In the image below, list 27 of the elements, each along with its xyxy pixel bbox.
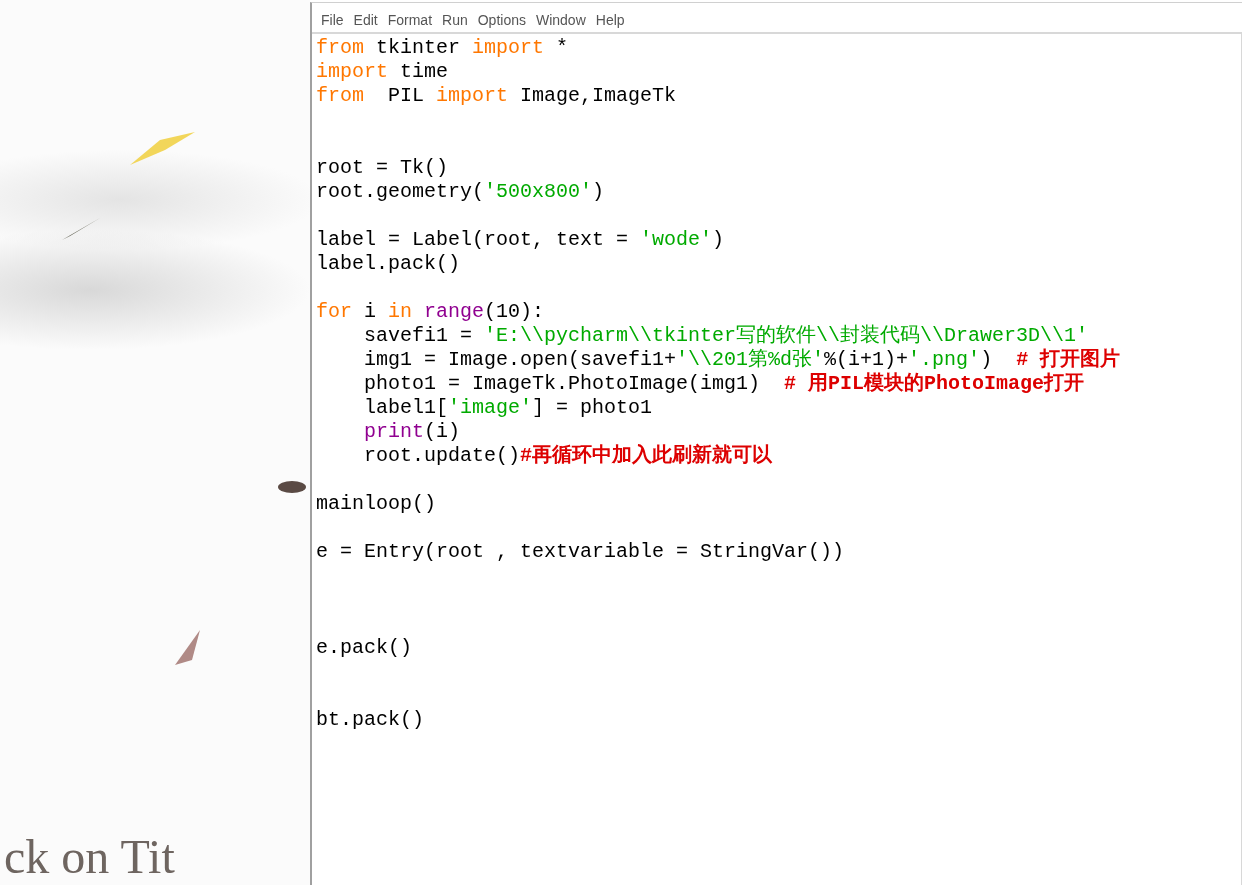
code-line: label = Label(root, text = 'wode') [316,228,726,252]
code-line: label.pack() [316,252,462,276]
code-line: e.pack() [316,636,413,660]
code-line: root = Tk() [316,156,450,180]
menu-item[interactable]: Edit [348,10,383,30]
code-line: print(i) [363,420,462,444]
code-line: root.geometry('500x800') [316,180,606,204]
code-line: for i in range(10): [316,300,546,324]
code-line: root.update()#再循环中加入此刷新就可以 [363,444,774,468]
menu-item[interactable]: File [316,10,349,30]
code-line: from PIL import Image,ImageTk [316,84,678,108]
code-line: mainloop() [316,492,438,516]
code-line: import time [316,60,450,84]
menu-item[interactable]: Help [590,10,630,30]
code-line: label1['image'] = photo1 [363,396,654,420]
menu-item[interactable]: Format [382,10,438,30]
code-line: savefi1 = 'E:\\pycharm\\tkinter写的软件\\封装代码\\Drawer3D\\1' [363,324,1090,348]
code-editor[interactable] [312,32,1242,885]
menu-item[interactable]: Run [437,10,473,30]
menu-item[interactable]: Window [530,10,591,30]
code-line: img1 = Image.open(savefi1+'\\201第%d张'%(i+1)+'.png') # 打开图片 [363,348,1122,372]
code-line: bt.pack() [316,708,426,732]
code-line: e = Entry(root , textvariable = StringVar()) [316,540,846,564]
background-caption: ck on Tit [3,833,176,885]
code-line: photo1 = ImageTk.PhotoImage(img1) # 用PIL模块的PhotoImage打开 [363,372,1086,396]
code-line: from tkinter import * [316,36,570,60]
menu-item[interactable]: Options [472,10,531,30]
